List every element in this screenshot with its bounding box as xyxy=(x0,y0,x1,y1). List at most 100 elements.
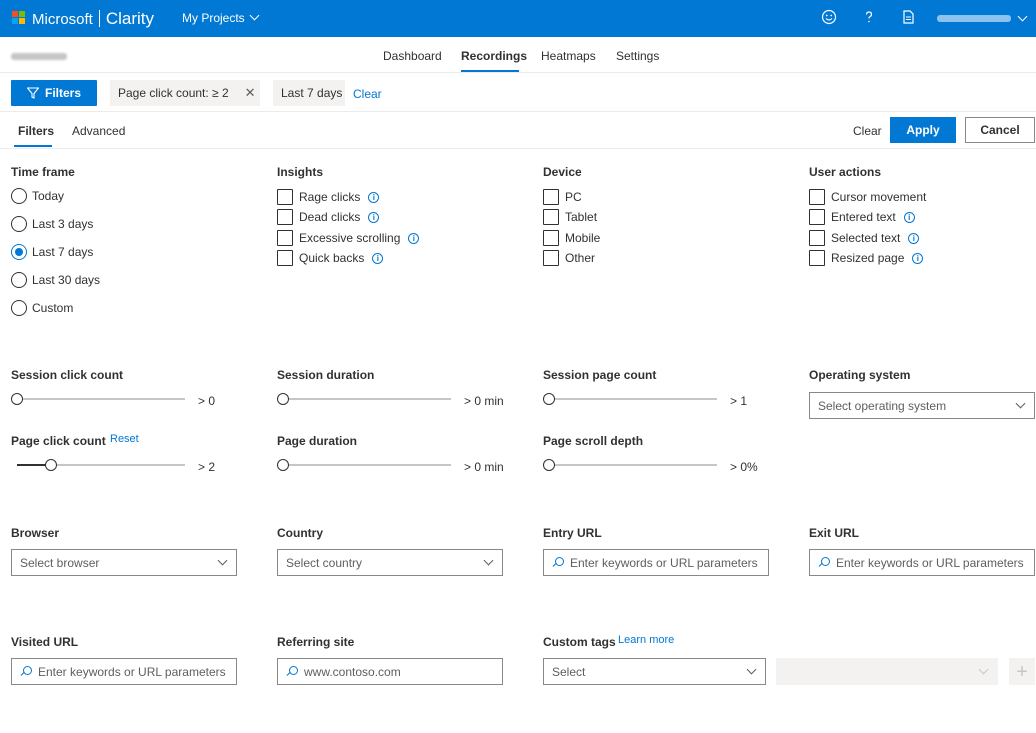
checkbox-box[interactable] xyxy=(809,250,825,266)
checkbox-other[interactable]: Other xyxy=(543,250,595,266)
radio-last-3-days[interactable]: Last 3 days xyxy=(11,216,93,232)
subtab-advanced[interactable]: Advanced xyxy=(72,124,125,138)
checkbox-cursor-movement[interactable]: Cursor movement xyxy=(809,189,926,205)
filter-chip-label: Page click count: ≥ 2 xyxy=(118,86,229,100)
divider xyxy=(0,111,1036,112)
checkbox-resized-page[interactable]: Resized page i xyxy=(809,250,924,266)
checkbox-dead-clicks[interactable]: Dead clicks i xyxy=(277,209,380,225)
checkbox-box[interactable] xyxy=(809,189,825,205)
browser-dropdown[interactable]: Select browser xyxy=(11,549,237,576)
checkbox-selected-text[interactable]: Selected text i xyxy=(809,230,920,246)
radio-last-30-days[interactable]: Last 30 days xyxy=(11,272,100,288)
checkbox-box[interactable] xyxy=(277,250,293,266)
radio-label: Last 3 days xyxy=(32,217,94,231)
slider-thumb[interactable] xyxy=(44,459,57,471)
checkbox-quick-backs[interactable]: Quick backs i xyxy=(277,250,384,266)
radio-circle-selected[interactable] xyxy=(11,244,27,260)
filter-chip-timeframe[interactable]: Last 7 days xyxy=(273,80,345,106)
close-icon[interactable]: ✕ xyxy=(245,85,256,101)
reset-link[interactable]: Reset xyxy=(110,433,139,445)
tab-dashboard[interactable]: Dashboard xyxy=(383,49,442,63)
visited-url-title: Visited URL xyxy=(11,635,79,649)
checkbox-rage-clicks[interactable]: Rage clicks i xyxy=(277,189,380,205)
info-icon[interactable]: i xyxy=(372,252,384,264)
apply-button[interactable]: Apply xyxy=(890,117,956,143)
info-icon[interactable]: i xyxy=(903,211,915,223)
radio-last-7-days[interactable]: Last 7 days xyxy=(11,244,93,260)
dropdown-placeholder: Select browser xyxy=(20,555,100,570)
session-page-count-slider[interactable] xyxy=(543,392,717,406)
checkbox-box[interactable] xyxy=(543,230,559,246)
checkbox-box[interactable] xyxy=(809,209,825,225)
referring-site-input[interactable]: www.contoso.com xyxy=(277,658,503,685)
radio-circle[interactable] xyxy=(11,216,27,232)
chevron-down-icon[interactable] xyxy=(1017,11,1028,22)
checkbox-pc[interactable]: PC xyxy=(543,189,582,205)
page-duration-slider[interactable] xyxy=(277,458,451,472)
operating-system-dropdown[interactable]: Select operating system xyxy=(809,392,1035,419)
slider-thumb[interactable] xyxy=(11,393,23,405)
info-icon[interactable]: i xyxy=(368,211,380,223)
smiley-feedback-icon[interactable] xyxy=(820,9,838,27)
slider-thumb[interactable] xyxy=(543,393,555,405)
session-duration-slider[interactable] xyxy=(277,392,451,406)
subtab-filters[interactable]: Filters xyxy=(18,124,54,138)
input-placeholder: Enter keywords or URL parameters xyxy=(836,555,1024,570)
help-icon[interactable] xyxy=(860,9,878,27)
session-click-count-slider[interactable] xyxy=(11,392,185,406)
my-projects-dropdown[interactable]: My Projects xyxy=(182,10,260,25)
chevron-down-icon xyxy=(1015,398,1026,409)
cancel-button[interactable]: Cancel xyxy=(965,117,1035,143)
checkbox-box[interactable] xyxy=(277,230,293,246)
clear-filters-link[interactable]: Clear xyxy=(353,87,382,101)
info-icon[interactable]: i xyxy=(408,232,420,244)
checkbox-mobile[interactable]: Mobile xyxy=(543,230,600,246)
user-account-name[interactable] xyxy=(937,15,1011,22)
info-icon[interactable]: i xyxy=(908,232,920,244)
slider-thumb[interactable] xyxy=(543,459,555,471)
search-icon xyxy=(286,665,298,678)
checkbox-box[interactable] xyxy=(277,209,293,225)
filter-chip-page-click[interactable]: Page click count: ≥ 2 ✕ xyxy=(110,80,260,106)
info-icon[interactable]: i xyxy=(912,252,924,264)
checkbox-label: Tablet xyxy=(565,210,598,224)
entry-url-input[interactable]: Enter keywords or URL parameters xyxy=(543,549,769,576)
session-click-count-value: > 0 xyxy=(198,394,216,408)
user-actions-title: User actions xyxy=(809,165,882,179)
radio-circle[interactable] xyxy=(11,188,27,204)
brand[interactable]: Microsoft Clarity xyxy=(32,9,154,29)
chevron-down-icon xyxy=(483,555,494,566)
clear-button[interactable]: Clear xyxy=(853,124,882,138)
page-scroll-depth-slider[interactable] xyxy=(543,458,717,472)
tab-heatmaps[interactable]: Heatmaps xyxy=(541,49,596,63)
checkbox-tablet[interactable]: Tablet xyxy=(543,209,597,225)
learn-more-link[interactable]: Learn more xyxy=(618,634,674,646)
checkbox-box[interactable] xyxy=(543,209,559,225)
country-dropdown[interactable]: Select country xyxy=(277,549,503,576)
page-click-count-slider[interactable] xyxy=(17,458,185,472)
radio-label: Last 7 days xyxy=(32,245,94,259)
custom-tags-key-dropdown[interactable]: Select xyxy=(543,658,766,685)
slider-thumb[interactable] xyxy=(277,393,289,405)
radio-today[interactable]: Today xyxy=(11,188,64,204)
filters-button[interactable]: Filters xyxy=(11,80,97,106)
page-scroll-depth-value: > 0% xyxy=(730,460,758,474)
tab-settings[interactable]: Settings xyxy=(616,49,659,63)
info-icon[interactable]: i xyxy=(368,191,380,203)
filter-icon xyxy=(26,87,39,99)
slider-thumb[interactable] xyxy=(277,459,289,471)
chevron-down-icon xyxy=(249,10,260,21)
document-icon[interactable] xyxy=(899,9,917,27)
exit-url-input[interactable]: Enter keywords or URL parameters xyxy=(809,549,1035,576)
checkbox-entered-text[interactable]: Entered text i xyxy=(809,209,915,225)
tab-recordings[interactable]: Recordings xyxy=(461,49,527,63)
radio-circle[interactable] xyxy=(11,300,27,316)
radio-circle[interactable] xyxy=(11,272,27,288)
checkbox-box[interactable] xyxy=(277,189,293,205)
checkbox-excessive-scrolling[interactable]: Excessive scrolling i xyxy=(277,230,420,246)
checkbox-box[interactable] xyxy=(543,189,559,205)
radio-custom[interactable]: Custom xyxy=(11,300,73,316)
checkbox-box[interactable] xyxy=(543,250,559,266)
visited-url-input[interactable]: Enter keywords or URL parameters xyxy=(11,658,237,685)
checkbox-box[interactable] xyxy=(809,230,825,246)
